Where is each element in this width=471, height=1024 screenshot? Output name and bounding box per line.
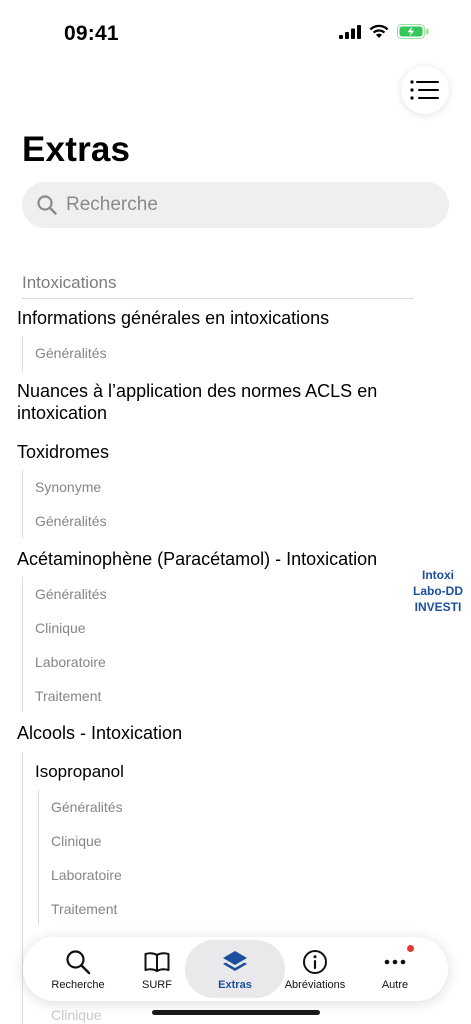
home-indicator (152, 1010, 320, 1015)
notification-badge (407, 945, 414, 952)
tab-bar: Recherche SURF Extras Abréviations Autre (23, 937, 448, 1001)
indent-line (22, 752, 23, 1024)
list-subitem[interactable]: Généralités (35, 345, 107, 361)
tab-recherche[interactable]: Recherche (37, 937, 119, 1001)
list-subgroup-title[interactable]: Isopropanol (35, 762, 124, 782)
list-subitem[interactable]: Généralités (35, 586, 107, 602)
list-subitem-peek: Clinique (51, 1007, 102, 1023)
layers-icon (223, 950, 247, 971)
tab-label: Autre (381, 978, 409, 991)
list-item-title[interactable]: Nuances à l’application des normes ACLS … (17, 380, 417, 424)
search-icon (66, 949, 91, 974)
tab-autre[interactable]: Autre (357, 937, 433, 1001)
side-index-item[interactable]: INVESTI (409, 599, 467, 615)
tab-label: Abréviations (284, 978, 346, 991)
list-item-title[interactable]: Acétaminophène (Paracétamol) - Intoxicat… (17, 548, 417, 570)
book-icon (144, 951, 170, 972)
tab-abreviations[interactable]: Abréviations (273, 937, 357, 1001)
list-subitem[interactable]: Traitement (35, 688, 101, 704)
list-item-title[interactable]: Toxidromes (17, 441, 417, 463)
side-index[interactable]: Intoxi Labo-DD INVESTI (409, 567, 467, 615)
tab-extras[interactable]: Extras (185, 940, 285, 998)
list-item-title[interactable]: Alcools - Intoxication (17, 722, 417, 744)
side-index-item[interactable]: Labo-DD (409, 583, 467, 599)
list-subitem[interactable]: Généralités (51, 799, 123, 815)
tab-label: SURF (142, 978, 172, 991)
list-subitem[interactable]: Synonyme (35, 479, 101, 495)
tab-label: Recherche (51, 978, 105, 991)
content-list: Intoxications Informations générales en … (0, 0, 471, 1024)
info-icon (303, 949, 327, 974)
list-subitem[interactable]: Traitement (51, 901, 117, 917)
list-subitem[interactable]: Laboratoire (35, 654, 106, 670)
tab-label: Extras (218, 978, 252, 991)
indent-line (22, 336, 23, 371)
more-icon (384, 959, 406, 964)
indent-line (38, 790, 39, 924)
side-index-item[interactable]: Intoxi (409, 567, 467, 583)
list-subitem[interactable]: Généralités (35, 513, 107, 529)
indent-line (22, 577, 23, 712)
list-subitem[interactable]: Clinique (35, 620, 86, 636)
list-subitem[interactable]: Clinique (51, 833, 102, 849)
list-subitem[interactable]: Laboratoire (51, 867, 122, 883)
section-header: Intoxications (22, 273, 414, 299)
indent-line (22, 470, 23, 538)
list-item-title[interactable]: Informations générales en intoxications (17, 307, 417, 329)
tab-surf[interactable]: SURF (119, 937, 195, 1001)
